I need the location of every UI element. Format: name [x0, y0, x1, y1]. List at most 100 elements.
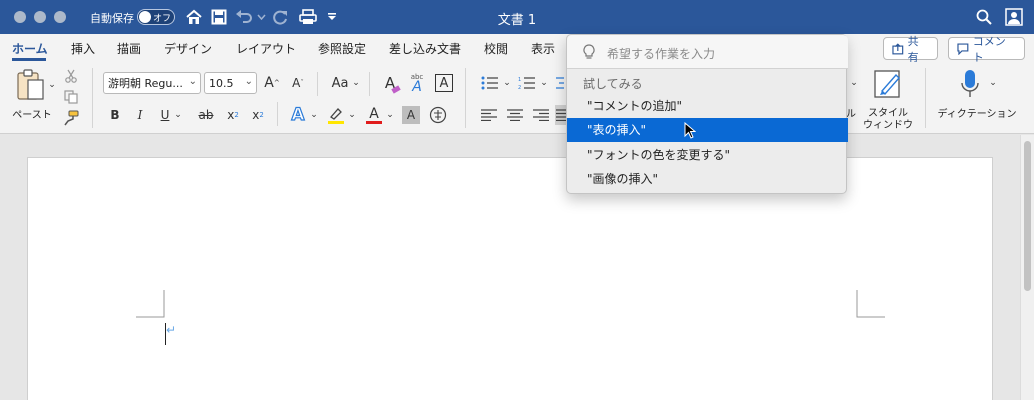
font-name-value: 游明朝 Regu... [108, 77, 183, 90]
suggestion-item[interactable]: "コメントの追加" [567, 94, 848, 118]
subscript-button[interactable]: x2 [224, 106, 242, 124]
text-effects-icon[interactable]: A [288, 104, 308, 125]
close-window-button[interactable] [14, 11, 26, 23]
text-effects-chevron-icon[interactable]: ⌄ [309, 108, 319, 122]
redo-icon[interactable] [271, 6, 291, 28]
align-right-icon[interactable] [531, 106, 551, 124]
font-color-chevron-icon[interactable]: ⌄ [385, 108, 395, 122]
microphone-icon[interactable] [958, 68, 982, 100]
vertical-scrollbar[interactable] [1020, 135, 1034, 400]
svg-text:1: 1 [518, 77, 521, 83]
comments-button[interactable]: コメント [948, 35, 1025, 64]
suggestion-item[interactable]: "画像の挿入" [567, 167, 848, 191]
ribbon-separator [465, 68, 466, 128]
print-icon[interactable] [297, 6, 319, 28]
minimize-window-button[interactable] [34, 11, 46, 23]
svg-text:2: 2 [518, 85, 521, 90]
numbering-icon[interactable]: 12 [516, 74, 538, 92]
tab-view[interactable]: 表示 [531, 40, 555, 57]
tab-home[interactable]: ホーム [12, 40, 48, 57]
tab-references[interactable]: 参照設定 [318, 40, 366, 57]
dictation-label: ディクテーション [937, 109, 1017, 120]
ribbon-tabs: ホーム 挿入 描画 デザイン レイアウト 参照設定 差し込み文書 校閲 表示 [0, 34, 1034, 62]
margin-crop-marks [136, 290, 885, 318]
suggestion-item-selected[interactable]: "表の挿入" [567, 118, 848, 142]
ribbon-separator [92, 68, 93, 128]
font-color-icon[interactable]: A [364, 105, 384, 125]
font-size-value: 10.5 [209, 76, 234, 90]
autosave-label: 自動保存 [90, 12, 134, 25]
format-painter-icon[interactable] [63, 110, 79, 126]
undo-icon[interactable] [234, 6, 254, 28]
search-icon[interactable] [974, 6, 994, 28]
ribbon-separator [277, 102, 278, 126]
change-case-icon[interactable]: Aa [328, 74, 352, 92]
customize-toolbar-icon[interactable] [325, 6, 339, 28]
comment-icon [957, 43, 969, 55]
numbering-chevron-icon[interactable]: ⌄ [539, 76, 549, 90]
bullets-icon[interactable] [479, 74, 501, 92]
autosave-toggle[interactable]: オフ [137, 9, 175, 25]
tab-layout[interactable]: レイアウト [236, 40, 296, 57]
document-canvas[interactable]: ↵ [0, 135, 1034, 400]
underline-chevron-icon[interactable]: ⌄ [173, 108, 183, 122]
comments-label: コメント [972, 34, 1006, 64]
underline-button[interactable]: U [156, 106, 174, 124]
dictation-chevron-icon[interactable]: ⌄ [988, 76, 998, 90]
tab-design[interactable]: デザイン [164, 40, 212, 57]
tab-draw[interactable]: 描画 [117, 40, 141, 57]
character-shading-icon[interactable]: A [402, 106, 420, 124]
superscript-button[interactable]: x2 [249, 106, 267, 124]
change-case-chevron-icon[interactable]: ⌄ [351, 76, 361, 90]
font-name-combo[interactable]: 游明朝 Regu... ⌄ [103, 72, 201, 94]
character-border-icon[interactable]: A [435, 74, 453, 92]
style-window-icon[interactable] [872, 68, 904, 100]
ribbon-separator [317, 72, 318, 96]
copy-icon[interactable] [63, 89, 79, 105]
save-icon[interactable] [209, 6, 229, 28]
account-icon[interactable] [1003, 6, 1025, 28]
cut-icon[interactable] [63, 68, 79, 84]
scrollbar-thumb[interactable] [1024, 141, 1031, 291]
align-center-icon[interactable] [505, 106, 525, 124]
autosave-state: オフ [153, 14, 172, 24]
phonetic-guide-icon[interactable]: abc A [406, 71, 428, 95]
lightbulb-icon [583, 44, 595, 59]
paste-icon[interactable] [14, 68, 46, 102]
multilevel-list-icon[interactable] [553, 74, 565, 92]
ribbon-separator [369, 72, 370, 96]
clear-formatting-icon[interactable]: A [380, 73, 401, 94]
ribbon-separator [925, 68, 926, 128]
italic-button[interactable]: I [131, 106, 149, 124]
tell-me-dropdown: 希望する作業を入力 試してみる "コメントの追加" "表の挿入" "フォントの色… [566, 34, 848, 194]
share-button[interactable]: 共有 [883, 35, 938, 64]
highlight-icon[interactable] [326, 105, 346, 125]
highlight-chevron-icon[interactable]: ⌄ [347, 108, 357, 122]
shrink-font-icon[interactable]: Aˇ [289, 74, 307, 92]
align-left-icon[interactable] [479, 106, 499, 124]
title-bar: 自動保存 オフ 文書 1 [0, 0, 1034, 34]
paragraph-mark-icon: ↵ [166, 323, 177, 337]
strikethrough-button[interactable]: ab [196, 106, 216, 124]
undo-dropdown-chevron-icon[interactable] [255, 6, 267, 28]
home-icon[interactable] [184, 6, 204, 28]
tell-me-heading: 試してみる [583, 77, 643, 91]
paste-label: ペースト [12, 110, 52, 121]
enclose-characters-icon[interactable] [428, 105, 448, 125]
share-label: 共有 [907, 34, 919, 64]
grow-font-icon[interactable]: A ^ [263, 74, 281, 92]
paste-options-chevron-icon[interactable]: ⌄ [47, 80, 57, 90]
tab-insert[interactable]: 挿入 [71, 40, 95, 57]
bullets-chevron-icon[interactable]: ⌄ [502, 76, 512, 90]
tell-me-placeholder: 希望する作業を入力 [607, 47, 716, 61]
document-page[interactable]: ↵ [27, 157, 993, 400]
tab-mailings[interactable]: 差し込み文書 [389, 40, 461, 57]
bold-button[interactable]: B [106, 106, 124, 124]
zoom-window-button[interactable] [54, 11, 66, 23]
styles-gallery-chevron-icon[interactable]: ⌄ [849, 76, 859, 90]
suggestion-item[interactable]: "フォントの色を変更する" [567, 143, 848, 167]
font-size-combo[interactable]: 10.5 ⌄ [204, 72, 257, 94]
share-icon [892, 42, 904, 54]
tell-me-search-field[interactable]: 希望する作業を入力 [567, 35, 848, 69]
tab-review[interactable]: 校閲 [484, 40, 508, 57]
